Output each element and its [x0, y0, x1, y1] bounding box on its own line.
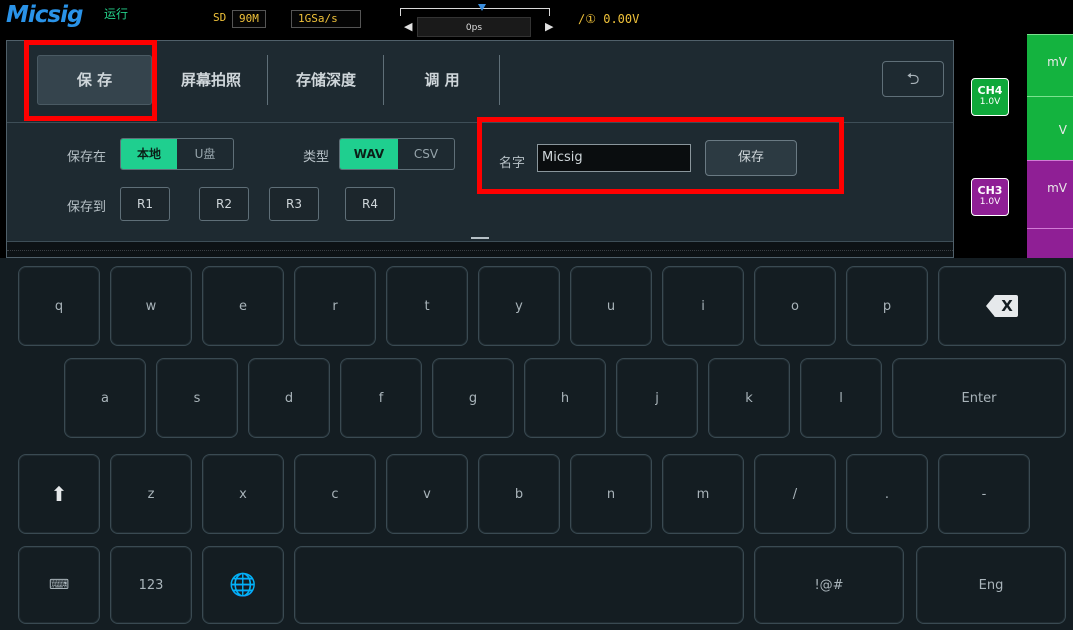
key-u[interactable]: u: [570, 266, 652, 346]
rising-edge-icon: ∕①: [578, 12, 596, 26]
ch4-scale-unit[interactable]: mV: [1027, 34, 1073, 96]
key-t[interactable]: t: [386, 266, 468, 346]
option-wav[interactable]: WAV: [340, 139, 398, 169]
key-y[interactable]: y: [478, 266, 560, 346]
shift-arrow-icon: ⬆: [50, 482, 68, 506]
option-csv[interactable]: CSV: [398, 139, 454, 169]
menu-tabs: 保 存 屏幕拍照 存储深度 调 用 ⮌: [7, 41, 953, 123]
key-h[interactable]: h: [524, 358, 606, 438]
key-i[interactable]: i: [662, 266, 744, 346]
key-c[interactable]: c: [294, 454, 376, 534]
channel-4-button[interactable]: CH4 1.0V: [971, 78, 1009, 116]
grid-line: [7, 250, 953, 251]
key-o[interactable]: o: [754, 266, 836, 346]
sample-rate[interactable]: 1GSa/s: [291, 10, 361, 28]
enter-key[interactable]: Enter: [892, 358, 1066, 438]
tab-storage-depth[interactable]: 存储深度: [269, 55, 383, 105]
timebase-track: [400, 8, 550, 16]
key-j[interactable]: j: [616, 358, 698, 438]
ch3-scale-unit[interactable]: mV: [1027, 160, 1073, 228]
sd-indicator: SD: [213, 11, 227, 24]
memory-depth[interactable]: 90M: [232, 10, 266, 28]
key-a[interactable]: a: [64, 358, 146, 438]
ch3-offset-strip[interactable]: [1027, 228, 1073, 258]
return-arrow-icon: ⮌: [906, 69, 920, 88]
key-f[interactable]: f: [340, 358, 422, 438]
scroll-left-icon[interactable]: ◀: [404, 20, 412, 33]
save-location-toggle: 本地 U盘: [120, 138, 234, 170]
key-s[interactable]: s: [156, 358, 238, 438]
save-menu-panel: 保 存 屏幕拍照 存储深度 调 用 ⮌ 保存在 本地 U盘 类型 WAV CSV…: [6, 40, 954, 258]
channel-3-button[interactable]: CH3 1.0V: [971, 178, 1009, 216]
ref-slot-r3[interactable]: R3: [269, 187, 319, 221]
ref-slot-r1[interactable]: R1: [120, 187, 170, 221]
key-e[interactable]: e: [202, 266, 284, 346]
option-local[interactable]: 本地: [121, 139, 177, 169]
ref-slot-r2[interactable]: R2: [199, 187, 249, 221]
keyboard-hide-key[interactable]: ⌨: [18, 546, 100, 624]
key-z[interactable]: z: [110, 454, 192, 534]
option-usb[interactable]: U盘: [177, 139, 233, 169]
brand-logo: Micsig: [6, 2, 83, 28]
space-key[interactable]: [294, 546, 744, 624]
tab-divider: [152, 55, 153, 105]
backspace-key[interactable]: X: [938, 266, 1066, 346]
back-button[interactable]: ⮌: [882, 61, 944, 97]
key-k[interactable]: k: [708, 358, 790, 438]
key-d[interactable]: d: [248, 358, 330, 438]
trigger-position-marker[interactable]: [478, 4, 486, 11]
key-l[interactable]: l: [800, 358, 882, 438]
save-to-label: 保存到: [67, 200, 107, 215]
globe-icon: 🌐: [229, 572, 257, 598]
key-x[interactable]: x: [202, 454, 284, 534]
waveform-area[interactable]: [7, 241, 953, 257]
channel-3-scale: 1.0V: [979, 197, 1001, 207]
key-g[interactable]: g: [432, 358, 514, 438]
tab-recall[interactable]: 调 用: [385, 55, 499, 105]
file-name-input[interactable]: Micsig: [537, 144, 691, 172]
on-screen-keyboard: q w e r t y u i o p X a s d f g h j k l …: [0, 258, 1073, 630]
symbols-key[interactable]: !@#: [754, 546, 904, 624]
key-q[interactable]: q: [18, 266, 100, 346]
save-button[interactable]: 保存: [705, 140, 797, 176]
key-p[interactable]: p: [846, 266, 928, 346]
tab-divider: [383, 55, 384, 105]
name-label: 名字: [499, 156, 526, 171]
language-key[interactable]: 🌐: [202, 546, 284, 624]
file-type-toggle: WAV CSV: [339, 138, 455, 170]
key-n[interactable]: n: [570, 454, 652, 534]
panel-drag-handle[interactable]: [471, 237, 489, 239]
channel-4-name: CH4: [977, 84, 1003, 97]
shift-key[interactable]: ⬆: [18, 454, 100, 534]
tab-screenshot[interactable]: 屏幕拍照: [157, 55, 265, 105]
key-hyphen[interactable]: -: [938, 454, 1030, 534]
run-status[interactable]: 运行: [104, 5, 128, 22]
key-r[interactable]: r: [294, 266, 376, 346]
numbers-key[interactable]: 123: [110, 546, 192, 624]
status-bar: Micsig 运行 SD 90M 1GSa/s ◀ 0ps ▶ ∕① 0.00V: [0, 0, 960, 40]
keyboard-icon: ⌨: [48, 577, 70, 593]
ref-slot-r4[interactable]: R4: [345, 187, 395, 221]
channel-panel: mV V mV CH4 1.0V CH3 1.0V: [960, 0, 1073, 258]
save-location-label: 保存在: [67, 150, 107, 165]
tab-save[interactable]: 保 存: [37, 55, 152, 105]
trigger-indicator[interactable]: ∕① 0.00V: [578, 12, 639, 26]
scroll-right-icon[interactable]: ▶: [545, 20, 553, 33]
tab-divider: [267, 55, 268, 105]
time-offset[interactable]: 0ps: [417, 17, 531, 37]
channel-3-name: CH3: [977, 184, 1003, 197]
key-m[interactable]: m: [662, 454, 744, 534]
channel-4-scale: 1.0V: [979, 97, 1001, 107]
key-b[interactable]: b: [478, 454, 560, 534]
key-w[interactable]: w: [110, 266, 192, 346]
key-period[interactable]: .: [846, 454, 928, 534]
tab-divider: [499, 55, 500, 105]
ch4-offset-unit[interactable]: V: [1027, 96, 1073, 160]
backspace-icon: X: [986, 295, 1018, 317]
type-label: 类型: [303, 150, 330, 165]
key-v[interactable]: v: [386, 454, 468, 534]
key-slash[interactable]: /: [754, 454, 836, 534]
eng-key[interactable]: Eng: [916, 546, 1066, 624]
trigger-level: 0.00V: [603, 12, 640, 26]
